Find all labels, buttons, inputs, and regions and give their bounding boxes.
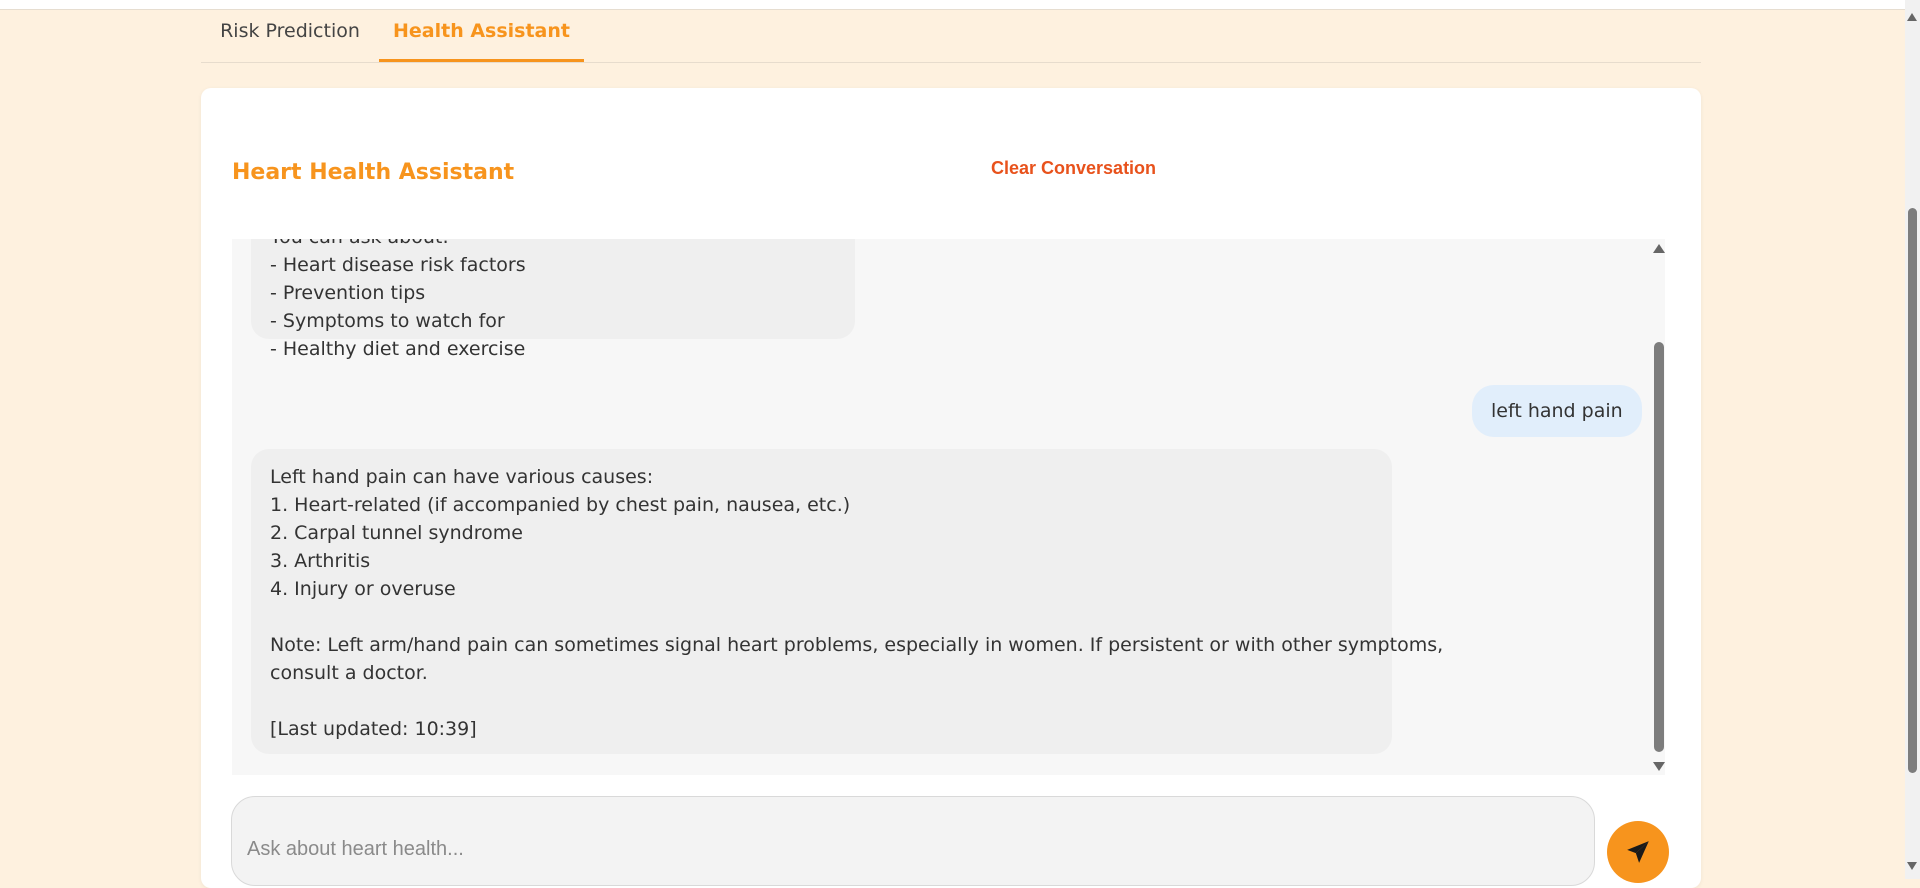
message-line: 3. Arthritis [270,550,371,572]
message-line: 2. Carpal tunnel syndrome [270,522,523,544]
tab-bar: Risk Prediction Health Assistant [201,10,1701,63]
message-line: - Heart disease risk factors [270,254,526,276]
paper-plane-icon [1627,841,1649,863]
page-scrollbar[interactable] [1905,0,1920,879]
message-line: [Last updated: 10:39] [270,718,477,740]
page-scroll-up-icon[interactable] [1907,13,1917,21]
send-button[interactable] [1607,821,1669,883]
user-message: left hand pain [1472,385,1642,437]
top-bar [0,0,1905,10]
page-scrollbar-thumb[interactable] [1908,208,1917,773]
clear-conversation-button[interactable]: Clear Conversation [991,158,1156,179]
chat-scrollbar-thumb[interactable] [1654,342,1664,752]
scroll-down-arrow-icon[interactable] [1653,762,1665,771]
message-line: 4. Injury or overuse [270,578,456,600]
message-line: - Healthy diet and exercise [270,338,526,360]
scroll-up-arrow-icon[interactable] [1653,244,1665,253]
message-line: Note: Left arm/hand pain can sometimes s… [270,634,1444,656]
tab-risk-prediction[interactable]: Risk Prediction [201,10,379,60]
assistant-card: Heart Health Assistant Clear Conversatio… [201,88,1701,888]
page-scroll-down-icon[interactable] [1907,862,1917,870]
assistant-title: Heart Health Assistant [232,160,515,185]
chat-history[interactable]: You can ask about: - Heart disease risk … [232,239,1665,775]
chat-scrollbar[interactable] [1649,238,1667,771]
assistant-message: Left hand pain can have various causes: … [251,449,1444,754]
tab-health-assistant[interactable]: Health Assistant [379,10,584,62]
message-line: 1. Heart-related (if accompanied by ches… [270,494,851,516]
message-line: - Symptoms to watch for [270,310,505,332]
message-line: consult a doctor. [270,662,428,684]
chat-input-placeholder: Ask about heart health... [247,838,464,860]
assistant-message: You can ask about: - Heart disease risk … [251,239,855,360]
message-line: You can ask about: [270,239,836,251]
message-line: - Prevention tips [270,282,426,304]
message-line: Left hand pain can have various causes: [270,466,654,488]
